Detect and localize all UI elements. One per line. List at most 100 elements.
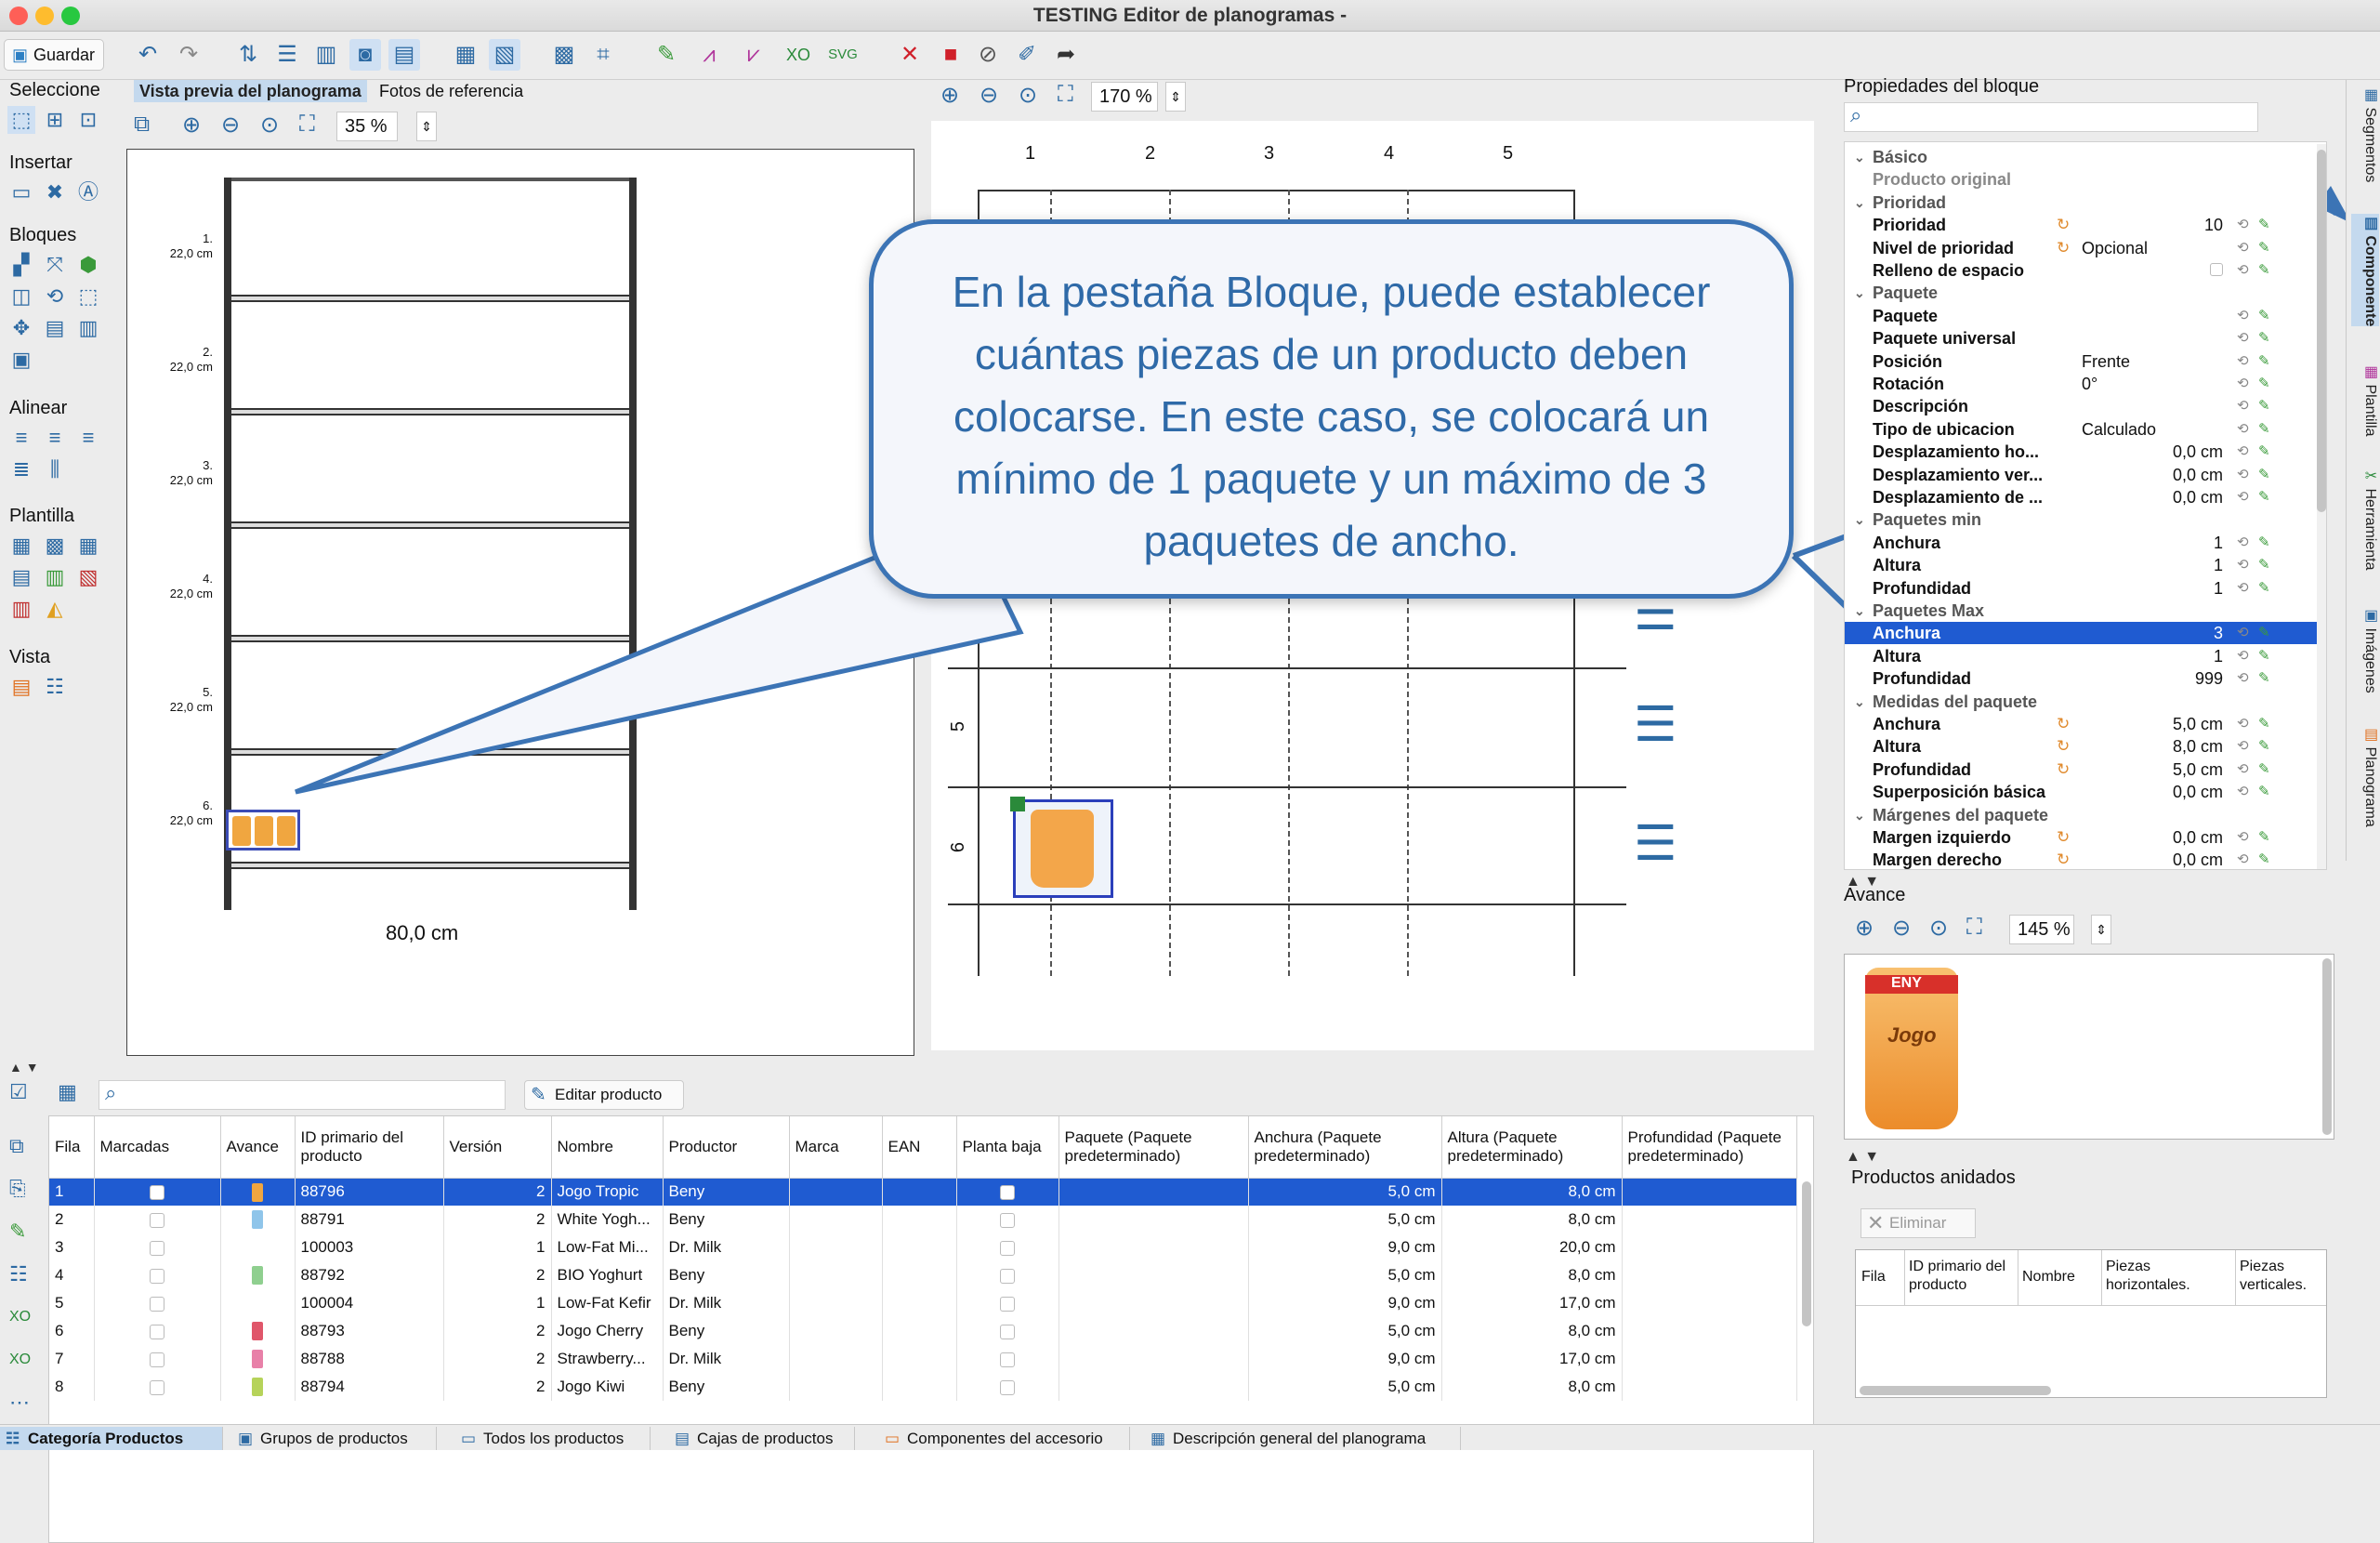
apply-icon[interactable]: ✎ — [2258, 350, 2270, 373]
property-value[interactable]: 0,0 cm — [2082, 781, 2223, 803]
property-value[interactable]: 0,0 cm — [2082, 826, 2223, 849]
property-value[interactable]: Calculado — [2082, 418, 2221, 441]
ground-floor-checkbox[interactable] — [1000, 1240, 1015, 1256]
reset-icon[interactable]: ⟲ — [2237, 214, 2249, 236]
property-value[interactable]: 5,0 cm — [2082, 713, 2223, 735]
tab-descripcion-planograma[interactable]: ▦ Descripción general del planograma — [1145, 1427, 1461, 1450]
property-category[interactable]: ⌄ Paquetes Max — [1845, 600, 2326, 622]
delete-button[interactable]: ✕ Eliminar — [1861, 1208, 1976, 1238]
table-row[interactable]: 5 100004 1 Low-Fat Kefir Dr. Milk 9,0 cm 17,0 … — [49, 1289, 1797, 1317]
apply-icon[interactable]: ✎ — [2258, 554, 2270, 576]
excel-icon[interactable]: XO — [9, 1296, 31, 1339]
avance-scrollbar[interactable] — [2322, 958, 2332, 1135]
apply-icon[interactable]: ✎ — [2258, 305, 2270, 327]
column-header[interactable]: Paquete (Paquete predeterminado) — [1059, 1116, 1249, 1179]
property-value[interactable]: 1 — [2082, 645, 2223, 667]
column-header[interactable]: Nombre — [551, 1116, 664, 1179]
column-header[interactable]: Marca — [789, 1116, 883, 1179]
zoom-fit-icon[interactable]: ⛶ — [1966, 915, 1982, 941]
property-category[interactable]: ⌄ Paquete — [1845, 282, 2326, 304]
side-tab-plantilla[interactable]: ▦ Plantilla — [2351, 363, 2379, 436]
column-header[interactable]: ID primario del producto — [295, 1116, 444, 1179]
reset-icon[interactable]: ⟲ — [2237, 713, 2249, 735]
tab-categoria-productos[interactable]: ☷ Categoría Productos — [0, 1427, 223, 1450]
row-checkbox[interactable] — [150, 1184, 164, 1200]
reset-icon[interactable]: ⟲ — [2237, 237, 2249, 259]
avance-zoom-field[interactable]: 145 % — [2009, 915, 2074, 944]
apply-icon[interactable]: ✎ — [2258, 441, 2270, 463]
property-row[interactable]: Altura ↻ 8,0 cm ⟲ ✎ — [1845, 735, 2326, 758]
reset-icon[interactable]: ⟲ — [2237, 758, 2249, 781]
column-header[interactable]: Altura (Paquete predeterminado) — [1441, 1116, 1623, 1179]
property-row[interactable]: Anchura 3 ⟲ ✎ — [1845, 622, 2326, 645]
property-row[interactable]: Altura 1 ⟲ ✎ — [1845, 554, 2326, 576]
apply-icon[interactable]: ✎ — [2258, 826, 2270, 849]
copy-icon[interactable]: ⧉ — [9, 1125, 31, 1167]
property-value[interactable]: 1 — [2082, 532, 2223, 554]
ground-floor-checkbox[interactable] — [1000, 1268, 1015, 1284]
property-value[interactable]: 999 — [2082, 667, 2223, 690]
property-row[interactable]: Posición Frente ⟲ ✎ — [1845, 350, 2326, 373]
property-value[interactable]: 0° — [2082, 373, 2221, 395]
column-header[interactable]: Profundidad (Paquete predeterminado) — [1622, 1116, 1797, 1179]
inherit-icon[interactable]: ↻ — [2057, 735, 2070, 758]
apply-icon[interactable]: ✎ — [2258, 622, 2270, 644]
paste-icon[interactable]: ⎘ — [9, 1167, 31, 1210]
reset-icon[interactable]: ⟲ — [2237, 395, 2249, 417]
property-row[interactable]: Desplazamiento de ... 0,0 cm ⟲ ✎ — [1845, 486, 2326, 508]
apply-icon[interactable]: ✎ — [2258, 577, 2270, 600]
apply-icon[interactable]: ✎ — [2258, 237, 2270, 259]
edit-product-button[interactable]: ✎ Editar producto — [524, 1080, 684, 1110]
row-checkbox[interactable] — [150, 1296, 164, 1312]
property-row[interactable]: Altura 1 ⟲ ✎ — [1845, 645, 2326, 667]
column-header[interactable]: Anchura (Paquete predeterminado) — [1248, 1116, 1442, 1179]
property-value[interactable]: 0,0 cm — [2082, 849, 2223, 869]
column-header[interactable]: Marcadas — [94, 1116, 221, 1179]
property-category[interactable]: ⌄ Márgenes del paquete — [1845, 804, 2326, 826]
property-value[interactable]: Opcional — [2082, 237, 2221, 259]
property-category[interactable]: ⌄ Medidas del paquete — [1845, 691, 2326, 713]
zoom-reset-icon[interactable]: ⊙ — [1929, 915, 1948, 942]
fill-space-checkbox[interactable] — [2210, 263, 2223, 276]
side-tab-segmentos[interactable]: ▦ Segmentos — [2351, 86, 2379, 182]
apply-icon[interactable]: ✎ — [2258, 214, 2270, 236]
ground-floor-checkbox[interactable] — [1000, 1212, 1015, 1228]
property-row[interactable]: Desplazamiento ho... 0,0 cm ⟲ ✎ — [1845, 441, 2326, 463]
reset-icon[interactable]: ⟲ — [2237, 486, 2249, 508]
tab-todos-productos[interactable]: ▭ Todos los productos — [455, 1427, 651, 1450]
reset-icon[interactable]: ⟲ — [2237, 622, 2249, 644]
apply-icon[interactable]: ✎ — [2258, 849, 2270, 869]
apply-icon[interactable]: ✎ — [2258, 418, 2270, 441]
ground-floor-checkbox[interactable] — [1000, 1296, 1015, 1312]
table-row[interactable]: 4 88792 2 BIO Yoghurt Beny 5,0 cm 8,0 cm — [49, 1261, 1797, 1289]
property-value[interactable]: 3 — [2082, 622, 2223, 644]
side-tab-componente[interactable]: ▥ Componente — [2351, 214, 2379, 327]
tab-cajas-productos[interactable]: ▤ Cajas de productos — [669, 1427, 855, 1450]
table-row[interactable]: 7 88788 2 Strawberry... Dr. Milk 9,0 cm 17,0 c… — [49, 1345, 1797, 1373]
property-value[interactable]: 5,0 cm — [2082, 758, 2223, 781]
ground-floor-checkbox[interactable] — [1000, 1352, 1015, 1367]
inherit-icon[interactable]: ↻ — [2057, 826, 2070, 849]
row-checkbox[interactable] — [150, 1240, 164, 1256]
properties-scrollbar[interactable] — [2317, 150, 2326, 512]
property-row[interactable]: Rotación 0° ⟲ ✎ — [1845, 373, 2326, 395]
table-row[interactable]: 6 88793 2 Jogo Cherry Beny 5,0 cm 8,0 cm — [49, 1317, 1797, 1345]
reset-icon[interactable]: ⟲ — [2237, 554, 2249, 576]
reset-icon[interactable]: ⟲ — [2237, 464, 2249, 486]
property-category[interactable]: ⌄ Paquetes min — [1845, 508, 2326, 531]
table-row[interactable]: 3 100003 1 Low-Fat Mi... Dr. Milk 9,0 cm 20,0 … — [49, 1233, 1797, 1261]
property-value[interactable]: 0,0 cm — [2082, 486, 2223, 508]
property-row[interactable]: Margen derecho ↻ 0,0 cm ⟲ ✎ — [1845, 849, 2326, 869]
tab-componentes-accesorio[interactable]: ▭ Componentes del accesorio — [879, 1427, 1130, 1450]
property-value[interactable]: 0,0 cm — [2082, 464, 2223, 486]
zoom-stepper[interactable]: ⇕ — [2091, 915, 2111, 944]
apply-icon[interactable]: ✎ — [2258, 373, 2270, 395]
apply-icon[interactable]: ✎ — [2258, 327, 2270, 349]
property-value[interactable]: 1 — [2082, 577, 2223, 600]
excel-export-icon[interactable]: XO — [9, 1339, 31, 1381]
row-checkbox[interactable] — [150, 1268, 164, 1284]
apply-icon[interactable]: ✎ — [2258, 532, 2270, 554]
inherit-icon[interactable]: ↻ — [2057, 849, 2070, 869]
apply-icon[interactable]: ✎ — [2258, 259, 2270, 282]
products-scrollbar[interactable] — [1802, 1181, 1811, 1326]
